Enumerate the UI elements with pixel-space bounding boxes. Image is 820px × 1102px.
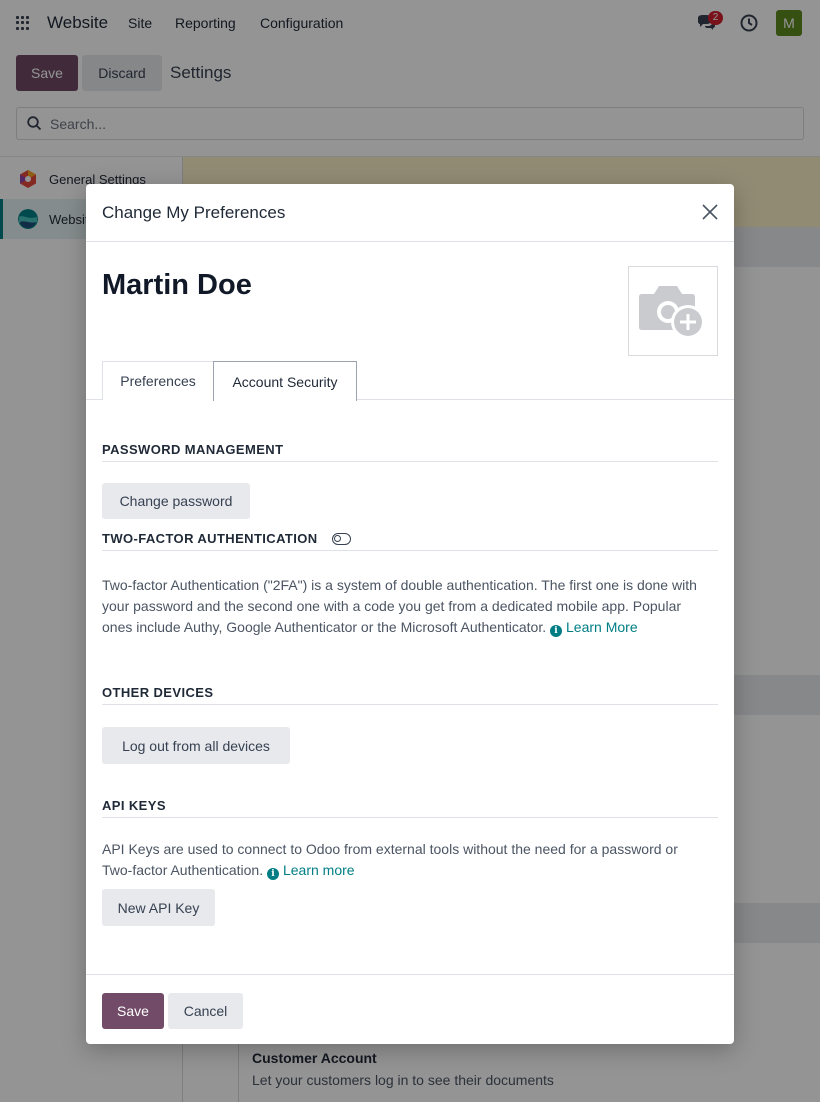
dialog-save-button[interactable]: Save xyxy=(102,993,164,1029)
two-factor-heading: TWO-FACTOR AUTHENTICATION xyxy=(102,531,718,551)
password-management-heading: PASSWORD MANAGEMENT xyxy=(102,442,718,462)
api-keys-description: API Keys are used to connect to Odoo fro… xyxy=(102,839,702,881)
api-keys-text: API Keys are used to connect to Odoo fro… xyxy=(102,841,678,878)
two-factor-heading-text: TWO-FACTOR AUTHENTICATION xyxy=(102,531,318,546)
change-password-button[interactable]: Change password xyxy=(102,483,250,519)
camera-add-icon xyxy=(639,286,705,339)
two-factor-description: Two-factor Authentication ("2FA") is a s… xyxy=(102,575,702,638)
user-name: Martin Doe xyxy=(102,269,252,301)
dialog-footer: Save Cancel xyxy=(86,974,734,1044)
other-devices-heading: OTHER DEVICES xyxy=(102,685,718,705)
close-icon[interactable] xyxy=(700,202,720,222)
info-icon: i xyxy=(550,625,563,637)
preferences-dialog: Change My Preferences Martin Doe Prefere… xyxy=(86,184,734,1044)
api-keys-heading: API KEYS xyxy=(102,798,718,818)
tab-account-security[interactable]: Account Security xyxy=(213,361,357,401)
new-api-key-button[interactable]: New API Key xyxy=(102,889,215,926)
two-factor-learn-more-label: Learn More xyxy=(566,619,638,635)
logout-all-devices-button[interactable]: Log out from all devices xyxy=(102,727,290,764)
two-factor-learn-more-link[interactable]: i Learn More xyxy=(550,619,638,637)
dialog-title: Change My Preferences xyxy=(102,203,286,222)
toggle-icon[interactable] xyxy=(331,533,351,545)
api-keys-learn-more-label: Learn more xyxy=(282,862,355,878)
info-icon: i xyxy=(266,868,279,880)
user-photo[interactable] xyxy=(628,266,718,356)
dialog-cancel-button[interactable]: Cancel xyxy=(168,993,243,1029)
tab-preferences[interactable]: Preferences xyxy=(102,361,214,400)
api-keys-learn-more-link[interactable]: i Learn more xyxy=(266,862,355,880)
dialog-header: Change My Preferences xyxy=(86,184,734,242)
